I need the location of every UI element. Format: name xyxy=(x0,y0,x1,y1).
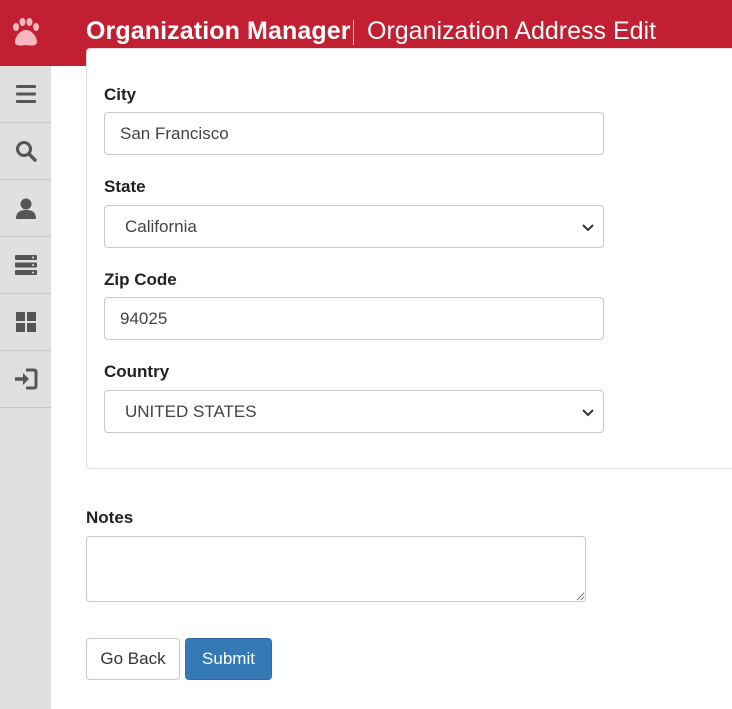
sidebar-item-dashboard[interactable] xyxy=(0,294,51,351)
chevron-down-icon xyxy=(581,221,595,239)
city-label: City xyxy=(104,85,137,104)
notes-textarea[interactable] xyxy=(86,536,586,602)
country-selected-value: UNITED STATES xyxy=(125,402,257,421)
country-label: Country xyxy=(104,362,170,381)
paw-icon[interactable] xyxy=(0,0,51,66)
chevron-down-icon xyxy=(581,406,595,424)
sidebar-item-user[interactable] xyxy=(0,180,51,237)
sidebar-item-servers[interactable] xyxy=(0,237,51,294)
user-icon xyxy=(15,197,37,219)
hamburger-icon xyxy=(15,84,37,104)
title-divider xyxy=(353,20,354,45)
go-back-button[interactable]: Go Back xyxy=(86,638,180,680)
country-select[interactable]: UNITED STATES xyxy=(104,390,604,433)
state-select[interactable]: California xyxy=(104,205,604,248)
city-input[interactable] xyxy=(104,112,604,155)
submit-button[interactable]: Submit xyxy=(185,638,272,680)
page-title: Organization Address Edit xyxy=(367,17,657,45)
search-icon xyxy=(15,140,37,162)
app-title[interactable]: Organization Manager xyxy=(86,17,351,46)
state-selected-value: California xyxy=(125,217,197,236)
notes-label: Notes xyxy=(86,508,134,527)
sidebar-item-logout[interactable] xyxy=(0,351,51,408)
zip-input[interactable] xyxy=(104,297,604,340)
server-icon xyxy=(14,254,38,276)
sidebar xyxy=(0,66,51,709)
sidebar-item-menu[interactable] xyxy=(0,66,51,123)
grid-icon xyxy=(15,311,37,333)
sidebar-item-search[interactable] xyxy=(0,123,51,180)
zip-label: Zip Code xyxy=(104,270,177,289)
logout-icon xyxy=(14,368,38,390)
state-label: State xyxy=(104,177,146,196)
